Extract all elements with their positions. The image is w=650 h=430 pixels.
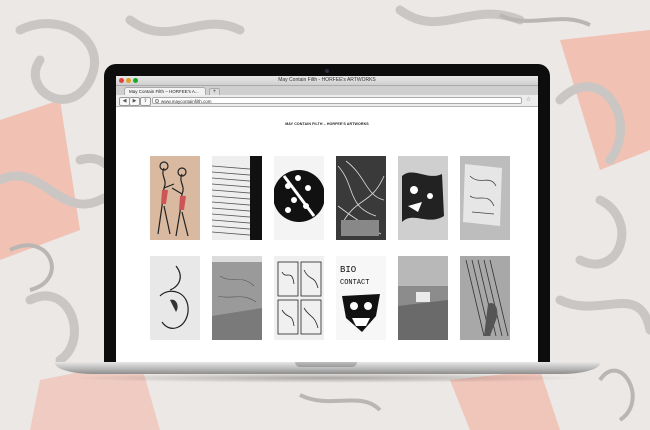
bookmark-star-icon[interactable]: ☆ bbox=[526, 96, 531, 103]
thumbnail-abstract-lines[interactable] bbox=[336, 156, 386, 240]
tab-bar: May Contain Filth – HORFEE's A... + bbox=[116, 86, 538, 96]
page-title: MAY CONTAIN FILTH – HORFEE'S ARTWORKS bbox=[285, 122, 369, 126]
bio-label[interactable]: BIO bbox=[340, 265, 356, 275]
laptop-lid: May Contain Filth - HORFEE's ARTWORKS Ma… bbox=[104, 64, 550, 364]
thumbnail-comic-sheets[interactable] bbox=[274, 256, 324, 340]
address-bar[interactable]: www.maycontainfilth.com bbox=[152, 97, 522, 104]
thumbnail-bio-contact[interactable]: BIO CONTACT bbox=[336, 256, 386, 340]
tab-active[interactable]: May Contain Filth – HORFEE's A... bbox=[124, 87, 206, 95]
contact-label[interactable]: CONTACT bbox=[340, 279, 369, 287]
thumbnail-two-dancing-figures[interactable] bbox=[150, 156, 200, 240]
thumbnail-paper-stack[interactable] bbox=[212, 156, 262, 240]
title-bar: May Contain Filth - HORFEE's ARTWORKS bbox=[116, 76, 538, 86]
thumbnail-circle-pattern[interactable] bbox=[274, 156, 324, 240]
browser-toolbar: ◀ ▶ ⇪ www.maycontainfilth.com ☆ bbox=[116, 95, 538, 107]
laptop-base-notch bbox=[295, 362, 357, 367]
thumbnail-character-sketch[interactable] bbox=[150, 256, 200, 340]
globe-icon bbox=[155, 99, 159, 103]
browser-window: May Contain Filth - HORFEE's ARTWORKS Ma… bbox=[116, 76, 538, 363]
laptop-shadow bbox=[70, 373, 585, 383]
share-button[interactable]: ⇪ bbox=[140, 97, 151, 106]
thumbnail-gallery-room[interactable] bbox=[212, 256, 262, 340]
camera-icon bbox=[325, 69, 329, 73]
thumbnail-ink-drawing[interactable] bbox=[398, 156, 448, 240]
thumbnail-sketch-papers[interactable] bbox=[460, 156, 510, 240]
thumbnail-street-bench[interactable] bbox=[398, 256, 448, 340]
address-bar-url: www.maycontainfilth.com bbox=[161, 99, 212, 104]
forward-button[interactable]: ▶ bbox=[129, 97, 140, 106]
window-title: May Contain Filth - HORFEE's ARTWORKS bbox=[278, 77, 376, 83]
thumbnail-wall-mural[interactable] bbox=[460, 256, 510, 340]
